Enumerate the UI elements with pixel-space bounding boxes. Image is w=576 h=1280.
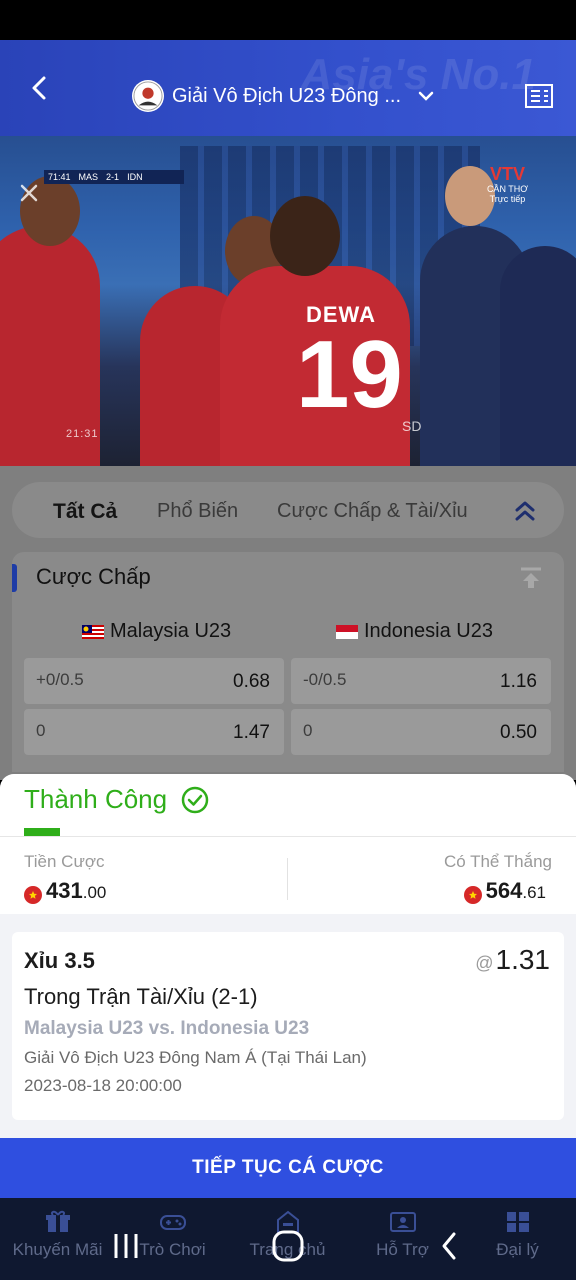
bet-selection: Xỉu 3.5 <box>24 948 95 973</box>
away-code: IDN <box>127 172 143 182</box>
bet-market: Trong Trận Tài/Xỉu (2-1) <box>24 984 258 1009</box>
tab-popular[interactable]: Phổ Biến <box>157 500 238 523</box>
price-value: 1.31 <box>495 944 551 975</box>
league-logo <box>132 80 164 112</box>
bet-price: @ 1.31 <box>475 944 550 976</box>
news-icon[interactable] <box>524 83 554 109</box>
continue-betting-button[interactable]: TIẾP TỤC CÁ CƯỢC <box>0 1138 576 1198</box>
odds-button[interactable]: 0 0.50 <box>291 709 551 755</box>
odds-value: 0.68 <box>233 671 270 692</box>
close-icon[interactable] <box>14 178 44 208</box>
markets-area: Tất Cả Phổ Biến Cược Chấp & Tài/Xỉu Cược… <box>0 466 576 780</box>
stake-decimal: .00 <box>82 883 107 902</box>
bet-datetime: 2023-08-18 20:00:00 <box>24 1076 182 1095</box>
away-team-name: Indonesia U23 <box>364 620 493 642</box>
handicap-line: 0 <box>303 721 313 740</box>
recents-icon[interactable] <box>112 1226 140 1266</box>
channel-sub: CẦN THƠ <box>486 184 528 194</box>
vnd-coin-icon <box>463 886 482 904</box>
handicap-line: 0 <box>36 721 46 740</box>
potential-win-label: Có Thể Thắng <box>443 852 552 871</box>
double-chevron-up-icon[interactable] <box>512 498 538 524</box>
handicap-line: +0/0.5 <box>36 670 84 689</box>
back-system-icon[interactable] <box>436 1226 464 1266</box>
stake-integer: 431 <box>46 878 83 903</box>
market-tabs: Tất Cả Phổ Biến Cược Chấp & Tài/Xỉu <box>12 482 564 538</box>
scorebug: 71:41 MAS 2-1 IDN <box>44 170 184 184</box>
channel-live: Trực tiếp <box>489 194 526 204</box>
bet-success-sheet: Thành Công Tiền Cược Có Thể Thắng 431 .0… <box>0 774 576 1138</box>
video-player-figure <box>500 246 576 466</box>
agent-icon <box>506 1212 529 1232</box>
handicap-title: Cược Chấp <box>36 564 151 589</box>
check-circle-icon <box>181 786 209 813</box>
away-team: Indonesia U23 <box>336 620 493 643</box>
tab-indicator <box>24 828 60 836</box>
app-header: Asia's No.1 Giải Vô Địch U23 Đông ... <box>0 40 576 136</box>
status-bar <box>0 0 576 40</box>
odds-value: 0.50 <box>500 722 537 743</box>
handicap-card: Cược Chấp Malaysia U23 Indonesia U23 +0/… <box>12 552 564 772</box>
indonesia-flag-icon <box>336 624 358 639</box>
back-button[interactable] <box>22 70 58 106</box>
support-icon <box>389 1212 416 1232</box>
sheet-summary: Thành Công Tiền Cược Có Thể Thắng 431 .0… <box>0 774 576 914</box>
odds-value: 1.47 <box>233 722 270 743</box>
tab-all[interactable]: Tất Cả <box>53 500 117 524</box>
video-player-head <box>270 196 340 276</box>
vnd-coin-icon <box>24 886 42 904</box>
success-label: Thành Công <box>24 784 168 814</box>
gamepad-icon <box>159 1215 186 1230</box>
section-marker <box>12 564 17 592</box>
nav-label: Khuyến Mãi <box>12 1240 103 1259</box>
channel-logo: VTV CẦN THƠ Trực tiếp <box>487 164 528 204</box>
odds-button[interactable]: +0/0.5 0.68 <box>24 658 284 704</box>
bet-match: Malaysia U23 vs. Indonesia U23 <box>24 1018 310 1039</box>
chevron-down-icon <box>418 91 434 101</box>
odds-button[interactable]: -0/0.5 1.16 <box>291 658 551 704</box>
league-selector[interactable]: Giải Vô Địch U23 Đông ... <box>132 80 437 112</box>
league-title: Giải Vô Địch U23 Đông ... <box>172 84 401 107</box>
home-code: MAS <box>78 172 99 182</box>
odds-value: 1.16 <box>500 671 537 692</box>
odds-button[interactable]: 0 1.47 <box>24 709 284 755</box>
gift-icon <box>45 1210 70 1232</box>
stake-amount: 431 .00 <box>24 878 106 904</box>
potential-win-amount: 564 .61 <box>463 878 546 904</box>
bet-league: Giải Vô Địch U23 Đông Nam Á (Tại Thái La… <box>24 1048 367 1067</box>
win-integer: 564 <box>485 878 523 903</box>
divider <box>0 836 576 837</box>
channel-name: VTV <box>489 164 525 184</box>
malaysia-flag-icon <box>82 624 104 639</box>
at-symbol: @ <box>475 953 494 973</box>
nav-item-agent[interactable]: Đại lý <box>460 1210 575 1270</box>
handicap-line: -0/0.5 <box>303 670 347 689</box>
tab-handicap-overunder[interactable]: Cược Chấp & Tài/Xỉu <box>277 500 468 523</box>
jersey-number: 19 <box>296 321 403 428</box>
nav-item-promotions[interactable]: Khuyến Mãi <box>0 1210 115 1270</box>
score: 2-1 <box>106 172 120 182</box>
match-clock: 71:41 <box>48 172 71 182</box>
quality-badge[interactable]: SD <box>402 418 421 434</box>
home-system-icon[interactable] <box>270 1226 306 1266</box>
live-video[interactable]: 71:41 MAS 2-1 IDN VTV CẦN THƠ Trực tiếp … <box>0 136 576 466</box>
nav-label: Đại lý <box>496 1240 539 1259</box>
home-team-name: Malaysia U23 <box>110 620 232 642</box>
success-title: Thành Công <box>24 784 209 815</box>
stake-label: Tiền Cược <box>24 852 105 871</box>
bet-detail-card: Xỉu 3.5 @ 1.31 Trong Trận Tài/Xỉu (2-1) … <box>12 932 564 1120</box>
pin-top-icon[interactable] <box>518 566 544 590</box>
video-clock: 21:31 <box>66 428 99 440</box>
home-team: Malaysia U23 <box>82 620 231 643</box>
divider <box>287 858 288 900</box>
win-decimal: .61 <box>522 883 546 902</box>
chevron-left-icon <box>32 76 46 100</box>
